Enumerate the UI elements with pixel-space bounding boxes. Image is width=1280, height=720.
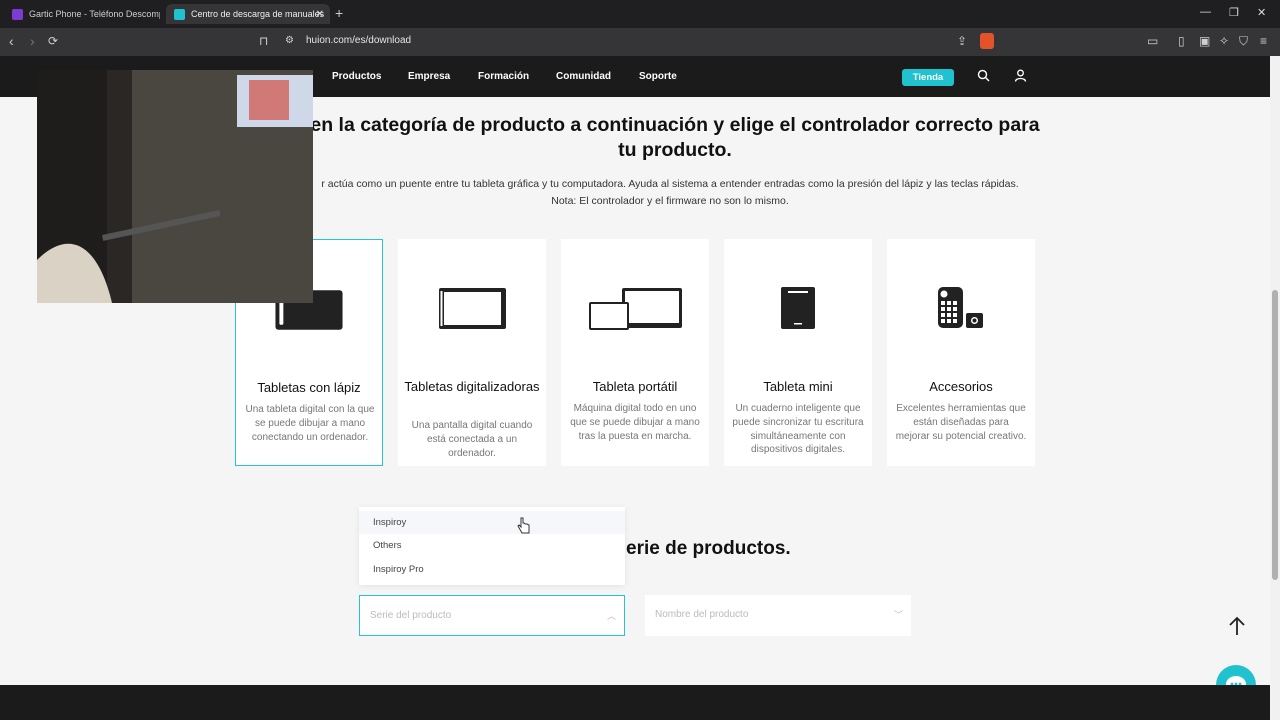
product-select-placeholder: Nombre del producto bbox=[655, 609, 749, 620]
site-footer bbox=[0, 685, 1270, 720]
card-description: Una tableta digital con la que se puede … bbox=[245, 404, 375, 443]
card-description: Un cuaderno inteligente que puede sincro… bbox=[732, 403, 864, 456]
reader-icon[interactable]: ▭ bbox=[1147, 34, 1158, 48]
series-section-title: erie de productos. bbox=[626, 538, 791, 559]
restore-icon[interactable]: ❐ bbox=[1229, 6, 1239, 19]
webcam-feed-image bbox=[37, 70, 313, 303]
series-select[interactable]: Serie del producto ︿ bbox=[359, 595, 625, 636]
menu-icon[interactable]: ≡ bbox=[1260, 34, 1267, 48]
bookmark-icon[interactable]: ⊓ bbox=[259, 34, 268, 48]
sidebar-icon[interactable]: ▯ bbox=[1178, 34, 1185, 48]
leo-ai-icon[interactable]: ✧ bbox=[1219, 34, 1229, 48]
brave-shield-icon[interactable] bbox=[980, 33, 994, 49]
notebook-icon bbox=[781, 287, 815, 329]
description-line-1: r actúa como un puente entre tu tableta … bbox=[321, 178, 1019, 190]
dropdown-option-inspiroy[interactable]: Inspiroy bbox=[359, 511, 625, 534]
back-to-top-icon[interactable] bbox=[1224, 616, 1250, 642]
hand-cursor-icon bbox=[517, 517, 530, 534]
huion-favicon-icon bbox=[174, 8, 185, 20]
category-card-mini-tablet[interactable]: Tableta mini Un cuaderno inteligente que… bbox=[724, 239, 872, 466]
series-select-placeholder: Serie del producto bbox=[370, 610, 452, 621]
nav-productos[interactable]: Productos bbox=[332, 71, 381, 82]
dropdown-option-inspiroy-pro[interactable]: Inspiroy Pro bbox=[359, 558, 625, 581]
browser-toolbar: ‹ › ⟳ ⊓ ⚙ huion.com/es/download ⇪ ▭ ▯ ▣ … bbox=[0, 28, 1280, 56]
nav-comunidad[interactable]: Comunidad bbox=[556, 71, 611, 82]
tab-title: Gartic Phone - Teléfono Descompuesto bbox=[29, 9, 160, 19]
tab-gartic-phone[interactable]: Gartic Phone - Teléfono Descompuesto bbox=[4, 4, 160, 24]
category-card-pen-displays[interactable]: Tabletas digitalizadoras Una pantalla di… bbox=[398, 239, 546, 466]
minimize-icon[interactable]: — bbox=[1200, 6, 1211, 18]
tab-huion-download[interactable]: Centro de descarga de manuales ✕ bbox=[166, 4, 330, 24]
search-icon[interactable] bbox=[977, 69, 990, 85]
new-tab-button[interactable]: + bbox=[335, 5, 343, 21]
card-title: Accesorios bbox=[929, 379, 993, 394]
description-line-2: Nota: El controlador y el firmware no so… bbox=[551, 194, 789, 207]
chevron-down-icon: ﹀ bbox=[893, 610, 903, 620]
card-description: Excelentes herramientas que están diseña… bbox=[895, 403, 1027, 442]
portable-tablet-icon bbox=[589, 288, 682, 330]
vpn-icon[interactable]: ⛉ bbox=[1239, 34, 1248, 48]
gartic-favicon-icon bbox=[12, 8, 23, 20]
nav-soporte[interactable]: Soporte bbox=[639, 71, 677, 82]
page-description: r actúa como un puente entre tu tableta … bbox=[290, 176, 1050, 209]
card-title: Tabletas con lápiz bbox=[257, 380, 361, 395]
wallet-icon[interactable]: ▣ bbox=[1199, 34, 1210, 48]
product-select[interactable]: Nombre del producto ﹀ bbox=[645, 595, 911, 636]
close-window-icon[interactable]: ✕ bbox=[1257, 6, 1266, 19]
card-title: Tableta portátil bbox=[592, 379, 678, 394]
shop-button[interactable]: Tienda bbox=[902, 69, 954, 86]
close-tab-icon[interactable]: ✕ bbox=[316, 9, 324, 20]
category-card-portable-tablet[interactable]: Tableta portátil Máquina digital todo en… bbox=[561, 239, 709, 466]
webcam-overlay bbox=[37, 70, 313, 303]
dropdown-option-others[interactable]: Others bbox=[359, 534, 625, 557]
card-description: Una pantalla digital cuando está conecta… bbox=[411, 420, 533, 459]
site-info-icon[interactable]: ⚙ bbox=[285, 34, 294, 48]
card-title: Tabletas digitalizadoras bbox=[404, 379, 540, 394]
card-description: Máquina digital todo en uno que se puede… bbox=[570, 403, 700, 442]
tab-title: Centro de descarga de manuales bbox=[191, 9, 325, 19]
scrollbar-thumb[interactable] bbox=[1272, 290, 1278, 580]
page-heading: en la categoría de producto a continuaci… bbox=[310, 114, 1040, 161]
accessories-icon bbox=[938, 287, 983, 328]
pen-display-icon bbox=[439, 288, 506, 329]
nav-formacion[interactable]: Formación bbox=[478, 71, 529, 82]
series-dropdown-menu: Inspiroy Others Inspiroy Pro bbox=[359, 507, 625, 585]
back-icon[interactable]: ‹ bbox=[9, 34, 14, 48]
address-bar[interactable]: huion.com/es/download bbox=[306, 35, 411, 46]
browser-tab-bar: Gartic Phone - Teléfono Descompuesto Cen… bbox=[0, 0, 1280, 28]
card-title: Tableta mini bbox=[763, 379, 833, 394]
nav-empresa[interactable]: Empresa bbox=[408, 71, 450, 82]
chevron-up-icon: ︿ bbox=[606, 611, 616, 621]
user-icon[interactable] bbox=[1014, 69, 1027, 85]
reload-icon[interactable]: ⟳ bbox=[48, 34, 58, 48]
category-card-accessories[interactable]: Accesorios Excelentes herramientas que e… bbox=[887, 239, 1035, 466]
share-icon[interactable]: ⇪ bbox=[957, 34, 967, 48]
forward-icon[interactable]: › bbox=[30, 34, 35, 48]
